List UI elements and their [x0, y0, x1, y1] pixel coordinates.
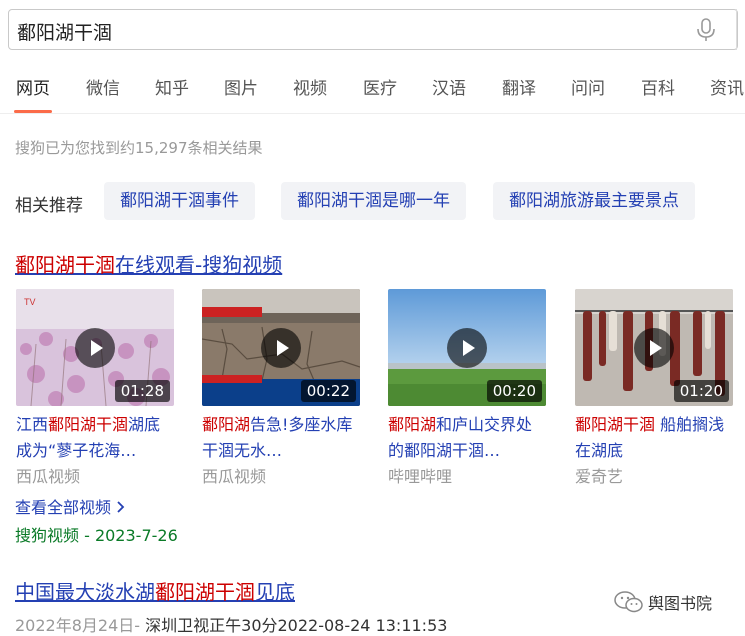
video-source: 爱奇艺: [575, 467, 624, 486]
result-meta: 2022年8月24日- 深圳卫视正午30分2022-08-24 13:11:53: [15, 612, 447, 636]
result-title-post: 见底: [255, 580, 295, 604]
play-icon[interactable]: [75, 328, 115, 368]
vertical-tabs: 网页 微信 知乎 图片 视频 医疗 汉语 翻译 问问 百科 资讯: [0, 74, 745, 114]
result-title-2[interactable]: 中国最大淡水湖鄱阳湖干涸见底: [15, 576, 295, 605]
microphone-icon[interactable]: [695, 18, 717, 42]
video-thumbnail[interactable]: 00:20: [388, 289, 546, 406]
watermark: 舆图书院: [614, 588, 739, 614]
video-duration: 00:22: [300, 380, 356, 402]
tab-baike[interactable]: 百科: [641, 74, 675, 99]
search-divider: [736, 9, 737, 50]
video-title-pre: 江西: [16, 415, 49, 434]
tab-web[interactable]: 网页: [16, 74, 50, 99]
title-highlight: 鄱阳湖干涸: [15, 253, 115, 277]
tab-weixin[interactable]: 微信: [86, 74, 120, 99]
video-source: 西瓜视频: [16, 467, 81, 486]
related-label: 相关推荐: [15, 196, 83, 216]
video-title[interactable]: 江西鄱阳湖干涸湖底成为“蓼子花海…: [16, 412, 174, 464]
tab-hanyu[interactable]: 汉语: [432, 74, 466, 99]
video-result-title[interactable]: 鄱阳湖干涸在线观看-搜狗视频: [15, 249, 282, 278]
video-source: 哔哩哔哩: [388, 467, 453, 486]
tab-wenwen[interactable]: 问问: [571, 74, 605, 99]
video-thumbnail[interactable]: TV 01:28: [16, 289, 174, 406]
tab-zhihu[interactable]: 知乎: [155, 74, 189, 99]
video-title[interactable]: 鄱阳湖干涸 船舶搁浅在湖底: [575, 412, 733, 464]
search-box[interactable]: 鄱阳湖干涸: [8, 9, 738, 50]
tab-images[interactable]: 图片: [224, 74, 258, 99]
tab-translate[interactable]: 翻译: [502, 74, 536, 99]
related-chip-1[interactable]: 鄱阳湖干涸事件: [104, 182, 255, 220]
svg-text:TV: TV: [24, 297, 36, 307]
video-title[interactable]: 鄱阳湖和庐山交界处的鄱阳湖干涸…: [388, 412, 546, 464]
tabs-divider: [0, 113, 745, 114]
search-input[interactable]: 鄱阳湖干涸: [17, 18, 112, 45]
source-line: 搜狗视频 - 2023-7-26: [15, 526, 178, 545]
play-icon[interactable]: [261, 328, 301, 368]
video-title-highlight: 鄱阳湖干涸: [575, 415, 656, 434]
related-chip-3[interactable]: 鄱阳湖旅游最主要景点: [493, 182, 695, 220]
related-chip-2[interactable]: 鄱阳湖干涸是哪一年: [281, 182, 466, 220]
video-thumbnail[interactable]: 00:22: [202, 289, 360, 406]
tab-video[interactable]: 视频: [293, 74, 327, 99]
video-card-4[interactable]: 01:20 鄱阳湖干涸 船舶搁浅在湖底 爱奇艺: [575, 289, 733, 490]
play-icon[interactable]: [447, 328, 487, 368]
tab-medical[interactable]: 医疗: [363, 74, 397, 99]
see-all-videos-link[interactable]: 查看全部视频: [15, 494, 127, 518]
result-title-pre: 中国最大淡水湖: [15, 580, 155, 604]
title-rest: 在线观看-搜狗视频: [115, 253, 283, 277]
video-title-highlight: 鄱阳湖干涸: [48, 415, 129, 434]
result-date: 2022年8月24日-: [15, 616, 141, 635]
video-card-3[interactable]: 00:20 鄱阳湖和庐山交界处的鄱阳湖干涸… 哔哩哔哩: [388, 289, 546, 490]
chevron-right-icon: [117, 501, 125, 513]
video-duration: 01:28: [114, 380, 170, 402]
video-card-1[interactable]: TV 01:28 江西鄱阳湖干涸湖底成为“蓼子花海… 西瓜视频: [16, 289, 174, 490]
tab-news[interactable]: 资讯: [710, 74, 744, 99]
video-thumbnail[interactable]: 01:20: [575, 289, 733, 406]
play-icon[interactable]: [634, 328, 674, 368]
video-title-highlight: 鄱阳湖: [202, 415, 251, 434]
watermark-text: 舆图书院: [648, 594, 713, 613]
see-all-label: 查看全部视频: [15, 498, 112, 517]
video-duration: 00:20: [486, 380, 542, 402]
video-duration: 01:20: [673, 380, 729, 402]
video-source: 西瓜视频: [202, 467, 267, 486]
video-title[interactable]: 鄱阳湖告急!多座水库干涸无水…: [202, 412, 360, 464]
result-title-highlight: 鄱阳湖干涸: [155, 580, 255, 604]
result-source-info: 深圳卫视正午30分2022-08-24 13:11:53: [140, 616, 448, 635]
wechat-icon: [614, 591, 643, 613]
result-count: 搜狗已为您找到约15,297条相关结果: [15, 139, 263, 157]
video-title-highlight: 鄱阳湖: [388, 415, 437, 434]
video-card-2[interactable]: 00:22 鄱阳湖告急!多座水库干涸无水… 西瓜视频: [202, 289, 360, 490]
